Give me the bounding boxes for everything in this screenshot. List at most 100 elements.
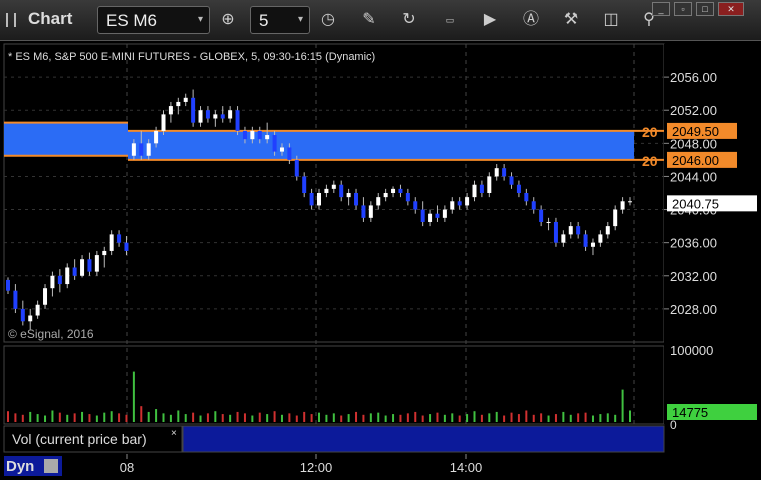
candle-body [398,188,403,193]
zone-label: 20 [642,124,658,140]
candle-body [131,143,136,156]
candle-body [450,201,455,210]
candle-body [472,184,477,198]
candle-body [442,209,447,218]
candle-body [428,213,433,222]
lock-icon [44,459,58,473]
time-tick-label: 08 [120,460,134,475]
candle-body [331,184,336,189]
candle-body [509,176,514,185]
status-label: Dyn [6,458,34,475]
candle-body [561,234,566,243]
chart-window: Chart ES M6 ▾ ⊕ 5 ▾ ◷ ✎ ↻ ▭ ▶ Ⓐ ⚒ ◫ ⚲ _ … [0,0,761,480]
candle-body [502,168,507,177]
volume-tick-label: 0 [670,418,677,432]
candle-body [324,188,329,193]
candle-body [117,234,122,243]
close-study-icon: × [171,428,177,439]
candle-body [487,176,492,193]
candle-body [272,135,277,152]
candle-body [35,304,40,316]
candle-body [576,226,581,235]
candle-body [80,259,85,276]
zone-price-label: 2049.50 [672,124,719,139]
candle-body [205,110,210,119]
candle-body [539,209,544,222]
price-axis [664,44,760,424]
candle-body [43,288,48,305]
volume-title-strip [182,425,665,453]
candle-body [405,193,410,202]
candle-body [139,143,144,156]
candle-body [183,97,188,102]
chart-title: * ES M6, S&P 500 E-MINI FUTURES - GLOBEX… [8,51,375,63]
candle-body [191,97,196,123]
candle-body [605,226,610,235]
candle-body [494,168,499,177]
candle-body [309,193,314,206]
candle-body [161,114,166,131]
candle-body [213,114,218,119]
candle-body [198,110,203,123]
price-tick-label: 2044.00 [670,169,717,184]
zone-price-label: 2046.00 [672,153,719,168]
candle-body [154,130,159,144]
candle-body [339,184,344,198]
candle-body [265,135,270,140]
candle-body [516,184,521,193]
price-tick-label: 2052.00 [670,103,717,118]
candle-body [628,201,632,203]
price-tick-label: 2032.00 [670,269,717,284]
candle-body [94,255,99,272]
candle-body [250,130,255,140]
zone-label: 20 [642,153,658,169]
candle-body [6,279,10,291]
candle-body [294,159,299,177]
candle-body [109,234,114,251]
candle-body [57,275,62,285]
candle-body [20,308,25,322]
volume-pane [3,345,665,425]
candle-body [524,193,529,202]
price-tick-label: 2028.00 [670,302,717,317]
zone-rect [4,122,128,156]
chart-canvas[interactable]: 2056.002052.002048.002044.002040.002036.… [0,0,761,480]
candle-body [28,315,33,322]
candle-body [146,143,151,156]
candle-body [531,201,536,210]
candle-body [87,259,92,272]
candle-body [368,205,373,218]
time-tick-label: 14:00 [450,460,483,475]
candle-body [376,197,381,206]
candle-body [613,209,618,227]
candle-body [361,205,366,218]
last-price-label: 2040.75 [672,196,719,211]
candle-body [598,234,603,243]
candle-body [590,242,595,247]
candle-body [413,201,418,210]
volume-title: Vol (current price bar) [12,431,147,447]
price-tick-label: 2036.00 [670,236,717,251]
candle-body [583,234,588,247]
candle-body [220,114,225,119]
price-tick-label: 2056.00 [670,70,717,85]
copyright-label: © eSignal, 2016 [8,327,94,341]
candle-body [65,267,70,285]
time-axis [0,454,761,480]
candle-body [302,176,307,193]
candle-body [102,250,107,256]
candle-body [279,147,284,152]
volume-last-label: 14775 [672,405,708,420]
volume-tick-label: 100000 [670,343,713,358]
candle-body [465,197,470,206]
candle-body [568,226,573,235]
candle-body [13,290,18,309]
zone-rect [128,130,634,160]
candle-body [346,193,351,198]
candle-body [242,130,247,140]
time-tick-label: 12:00 [300,460,333,475]
candle-body [124,242,129,251]
candle-body [50,275,55,289]
candle-body [435,213,440,218]
candle-body [457,201,462,206]
